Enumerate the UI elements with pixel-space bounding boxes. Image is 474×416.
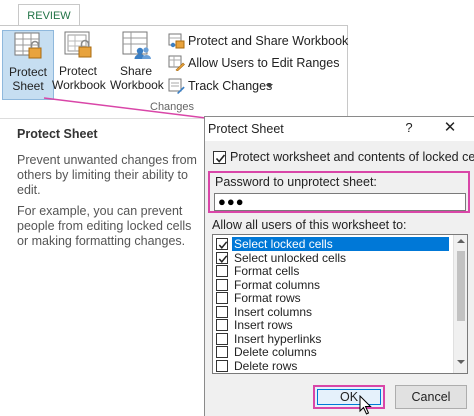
permission-checkbox[interactable] [216, 305, 228, 318]
protect-share-icon [168, 33, 185, 49]
protect-worksheet-label: Protect worksheet and contents of locked… [230, 150, 474, 164]
protect-workbook-button[interactable]: Protect Workbook [52, 30, 106, 100]
protect-worksheet-checkbox[interactable] [213, 151, 226, 164]
allow-users-label: Allow Users to Edit Ranges [188, 56, 340, 70]
permission-item[interactable]: Format rows [213, 291, 451, 305]
share-workbook-icon [122, 31, 151, 59]
protect-workbook-label-line1: Protect [58, 64, 97, 78]
tooltip: Protect Sheet Prevent unwanted changes f… [0, 118, 205, 258]
permission-item[interactable]: Insert columns [213, 305, 451, 319]
share-workbook-label-line1: Share [119, 64, 153, 78]
allow-users-icon [168, 55, 185, 71]
permission-label: Format columns [234, 277, 321, 292]
permission-item[interactable]: Format columns [213, 278, 451, 292]
permission-checkbox[interactable] [216, 278, 228, 291]
protect-sheet-label-line2: Sheet [12, 79, 44, 93]
password-label: Password to unprotect sheet: [215, 175, 377, 189]
permission-label: Delete rows [234, 358, 298, 373]
scroll-up-icon[interactable] [457, 238, 465, 244]
dialog-titlebar: Protect Sheet ? ✕ [205, 117, 474, 141]
scroll-down-icon[interactable] [457, 359, 465, 365]
permission-label: Select unlocked cells [234, 250, 347, 265]
protect-sheet-button[interactable]: Protect Sheet [2, 30, 54, 100]
protect-workbook-label-line2: Workbook [52, 78, 106, 92]
tab-review[interactable]: REVIEW [18, 4, 80, 26]
cancel-button[interactable]: Cancel [395, 385, 467, 409]
permission-checkbox[interactable] [216, 292, 228, 304]
permission-label: Insert columns [234, 304, 313, 319]
permission-checkbox[interactable] [216, 359, 228, 372]
tooltip-paragraph-1: Prevent unwanted changes from others by … [17, 153, 197, 197]
tooltip-title: Protect Sheet [17, 127, 98, 141]
permission-checkbox[interactable] [216, 251, 228, 264]
permission-item[interactable]: Insert hyperlinks [213, 332, 451, 346]
dialog-title: Protect Sheet [208, 122, 284, 136]
permission-checkbox[interactable] [216, 332, 228, 345]
ribbon: REVIEW Protect Sheet Protect Workbook Sh… [0, 0, 474, 122]
permission-checkbox[interactable] [216, 319, 228, 331]
scroll-thumb[interactable] [457, 251, 465, 321]
protect-sheet-label-line1: Protect [8, 65, 47, 79]
track-changes-icon [168, 78, 185, 94]
changes-group-label: Changes [150, 101, 195, 113]
allow-users-label: Allow all users of this worksheet to: [212, 218, 407, 232]
close-icon[interactable]: ✕ [441, 118, 459, 136]
permission-checkbox[interactable] [216, 238, 228, 250]
permission-item[interactable]: Select locked cells [213, 237, 451, 251]
permission-label: Format cells [234, 264, 300, 278]
ok-button[interactable]: OK [313, 385, 385, 409]
help-icon[interactable]: ? [402, 120, 416, 135]
permission-checkbox[interactable] [216, 265, 228, 277]
permission-item[interactable]: Select unlocked cells [213, 251, 451, 265]
permission-item[interactable]: Format cells [213, 264, 451, 278]
tooltip-paragraph-2: For example, you can prevent people from… [17, 204, 192, 248]
track-changes-label: Track Changes [188, 79, 273, 93]
permission-item[interactable]: Insert rows [213, 318, 451, 332]
checkmark-icon [218, 241, 228, 249]
permissions-list[interactable]: Select locked cells Select unlocked cells… [212, 234, 468, 374]
protect-share-label: Protect and Share Workbook [188, 34, 349, 48]
permission-label: Delete columns [234, 345, 317, 359]
checkmark-icon [218, 254, 228, 263]
permission-item[interactable]: Delete columns [213, 345, 451, 359]
protect-workbook-icon [64, 31, 92, 58]
permission-checkbox[interactable] [216, 346, 228, 358]
password-input[interactable]: ●●● [214, 193, 466, 211]
permission-label: Format rows [234, 291, 301, 305]
password-highlight-frame: Password to unprotect sheet: ●●● [208, 171, 470, 213]
protect-sheet-dialog: Protect Sheet ? ✕ Protect worksheet and … [204, 116, 474, 416]
permissions-scrollbar[interactable] [453, 235, 467, 373]
share-workbook-label-line2: Workbook [110, 78, 164, 92]
permission-label: Insert rows [234, 318, 293, 332]
checkmark-icon [215, 154, 226, 163]
permission-label: Insert hyperlinks [234, 331, 322, 346]
protect-sheet-icon [14, 32, 42, 59]
mouse-cursor-icon [359, 395, 372, 415]
permission-item[interactable]: Delete rows [213, 359, 451, 373]
share-workbook-button[interactable]: Share Workbook [110, 30, 164, 100]
dropdown-arrow-icon[interactable] [266, 84, 273, 89]
permission-label: Select locked cells [232, 237, 449, 251]
